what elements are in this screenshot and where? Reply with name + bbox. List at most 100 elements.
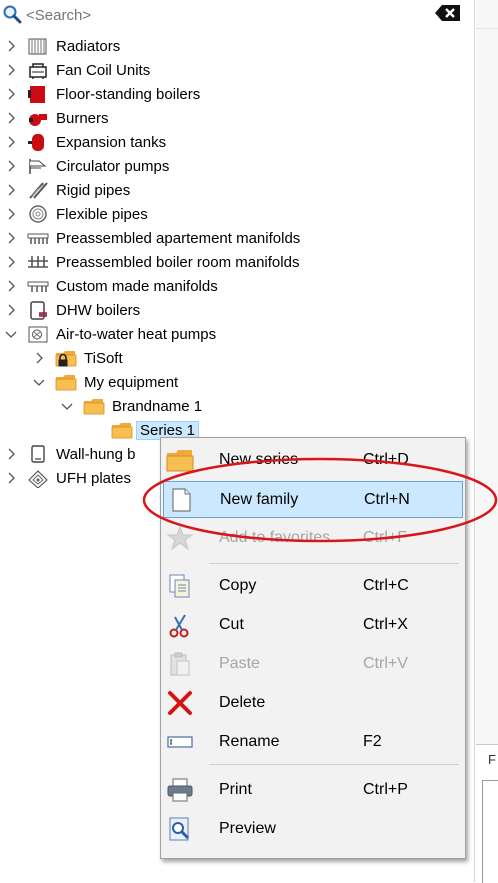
tree-item-custom-made-manifolds[interactable]: Custom made manifolds — [4, 275, 218, 297]
menu-item-shortcut: Ctrl+C — [363, 577, 409, 594]
menu-item-paste: Paste Ctrl+V — [163, 646, 461, 682]
tree-item-ufh-plates[interactable]: UFH plates — [4, 467, 131, 489]
tree-item-label: My equipment — [84, 373, 179, 391]
menu-item-shortcut: Ctrl+F — [363, 529, 407, 546]
menu-item-shortcut: F2 — [363, 733, 382, 750]
radiator-icon — [28, 38, 47, 55]
menu-item-preview[interactable]: Preview — [163, 811, 461, 847]
menu-item-add-to-favorites: Add to favorites Ctrl+F — [163, 520, 461, 556]
tree-item-wall-hung-b[interactable]: Wall-hung b — [4, 443, 135, 465]
scissors-icon — [169, 614, 189, 638]
tree-item-dhw-boilers[interactable]: DHW boilers — [4, 299, 140, 321]
tree-item-tisoft[interactable]: TiSoft — [32, 347, 123, 369]
tree-item-expansion-tanks[interactable]: Expansion tanks — [4, 131, 166, 153]
menu-item-label: Paste — [219, 655, 260, 672]
tree-item-brandname-1[interactable]: Brandname 1 — [60, 395, 202, 417]
tree-item-label: TiSoft — [84, 349, 123, 367]
document-icon — [172, 487, 191, 512]
chevron-right-icon[interactable] — [4, 111, 18, 125]
tree-item-label: Floor-standing boilers — [56, 85, 201, 103]
tree-item-rigid-pipes[interactable]: Rigid pipes — [4, 179, 130, 201]
tree-item-label: Rigid pipes — [56, 181, 131, 199]
menu-item-shortcut: Ctrl+N — [364, 490, 410, 508]
delete-x-icon — [168, 691, 192, 715]
tree-item-label: Burners — [56, 109, 109, 127]
chevron-down-icon[interactable] — [4, 327, 18, 341]
rigid-pipe-icon — [29, 182, 48, 199]
flexible-pipe-icon — [29, 205, 47, 223]
menu-item-shortcut: Ctrl+P — [363, 781, 408, 798]
context-menu: New series Ctrl+D New family Ctrl+N Add to f… — [160, 437, 466, 859]
menu-item-label: Cut — [219, 616, 244, 633]
chevron-right-icon[interactable] — [4, 231, 18, 245]
clear-search-icon[interactable] — [434, 3, 462, 23]
menu-item-shortcut: Ctrl+X — [363, 616, 408, 633]
right-panel-tab-label[interactable]: F — [488, 752, 496, 767]
tree-item-label: Fan Coil Units — [56, 61, 151, 79]
chevron-right-icon[interactable] — [4, 447, 18, 461]
tree-item-label: Preassembled boiler room manifolds — [56, 253, 300, 271]
locked-folder-icon — [55, 351, 77, 367]
search-bar — [0, 0, 474, 30]
chevron-right-icon[interactable] — [4, 87, 18, 101]
chevron-right-icon[interactable] — [4, 135, 18, 149]
chevron-right-icon[interactable] — [4, 255, 18, 269]
chevron-right-icon[interactable] — [4, 207, 18, 221]
tree-item-burners[interactable]: Burners — [4, 107, 109, 129]
search-input[interactable] — [26, 6, 406, 24]
tree-item-air-to-water-heat-pumps[interactable]: Air-to-water heat pumps — [4, 323, 216, 345]
tree-item-flexible-pipes[interactable]: Flexible pipes — [4, 203, 148, 225]
tree-item-fan-coil-units[interactable]: Fan Coil Units — [4, 59, 150, 81]
menu-item-cut[interactable]: Cut Ctrl+X — [163, 607, 461, 643]
tree-item-preassembled-boiler-room-manifolds[interactable]: Preassembled boiler room manifolds — [4, 251, 299, 273]
menu-item-rename[interactable]: Rename F2 — [163, 724, 461, 760]
tree-item-floor-standing-boilers[interactable]: Floor-standing boilers — [4, 83, 200, 105]
menu-separator — [209, 563, 459, 564]
pane-divider[interactable] — [474, 0, 475, 882]
chevron-down-icon[interactable] — [32, 375, 46, 389]
menu-item-print[interactable]: Print Ctrl+P — [163, 772, 461, 808]
folder-icon — [83, 399, 105, 415]
chevron-right-icon[interactable] — [4, 39, 18, 53]
menu-item-label: Delete — [219, 694, 266, 711]
tree-item-radiators[interactable]: Radiators — [4, 35, 120, 57]
chevron-right-icon[interactable] — [4, 303, 18, 317]
tree-spacer — [88, 423, 102, 437]
printer-icon — [167, 778, 193, 802]
chevron-right-icon[interactable] — [4, 159, 18, 173]
tree-item-label: Expansion tanks — [56, 133, 167, 151]
tree-item-circulator-pumps[interactable]: Circulator pumps — [4, 155, 169, 177]
tree-item-label: Custom made manifolds — [56, 277, 218, 295]
chevron-right-icon[interactable] — [32, 351, 46, 365]
tree-item-label: Radiators — [56, 37, 121, 55]
tree-item-preassembled-apartement-manifolds[interactable]: Preassembled apartement manifolds — [4, 227, 300, 249]
manifold-icon — [27, 233, 49, 244]
tree-item-label: Flexible pipes — [56, 205, 148, 223]
menu-item-delete[interactable]: Delete — [163, 685, 461, 721]
tree-item-my-equipment[interactable]: My equipment — [32, 371, 178, 393]
pump-icon — [29, 159, 47, 174]
chevron-right-icon[interactable] — [4, 279, 18, 293]
folder-icon — [111, 423, 133, 439]
menu-item-new-family[interactable]: New family Ctrl+N — [163, 481, 463, 518]
chevron-right-icon[interactable] — [4, 471, 18, 485]
chevron-right-icon[interactable] — [4, 63, 18, 77]
menu-item-label: Copy — [219, 577, 257, 594]
fan-coil-icon — [29, 63, 47, 79]
menu-item-label: Rename — [219, 733, 280, 750]
chevron-right-icon[interactable] — [4, 183, 18, 197]
menu-separator — [209, 764, 459, 765]
paste-icon — [170, 652, 190, 676]
menu-item-new-series[interactable]: New series Ctrl+D — [163, 442, 461, 478]
ufh-plate-icon — [28, 470, 48, 488]
menu-item-label: Print — [219, 781, 252, 798]
menu-item-shortcut: Ctrl+D — [363, 451, 409, 468]
boiler-room-manifold-icon — [28, 256, 48, 268]
folder-icon — [166, 450, 194, 472]
copy-icon — [169, 574, 190, 598]
chevron-down-icon[interactable] — [60, 399, 74, 413]
dhw-boiler-icon — [30, 301, 47, 320]
search-icon[interactable] — [2, 4, 22, 24]
menu-item-copy[interactable]: Copy Ctrl+C — [163, 568, 461, 604]
custom-manifold-icon — [27, 281, 49, 292]
